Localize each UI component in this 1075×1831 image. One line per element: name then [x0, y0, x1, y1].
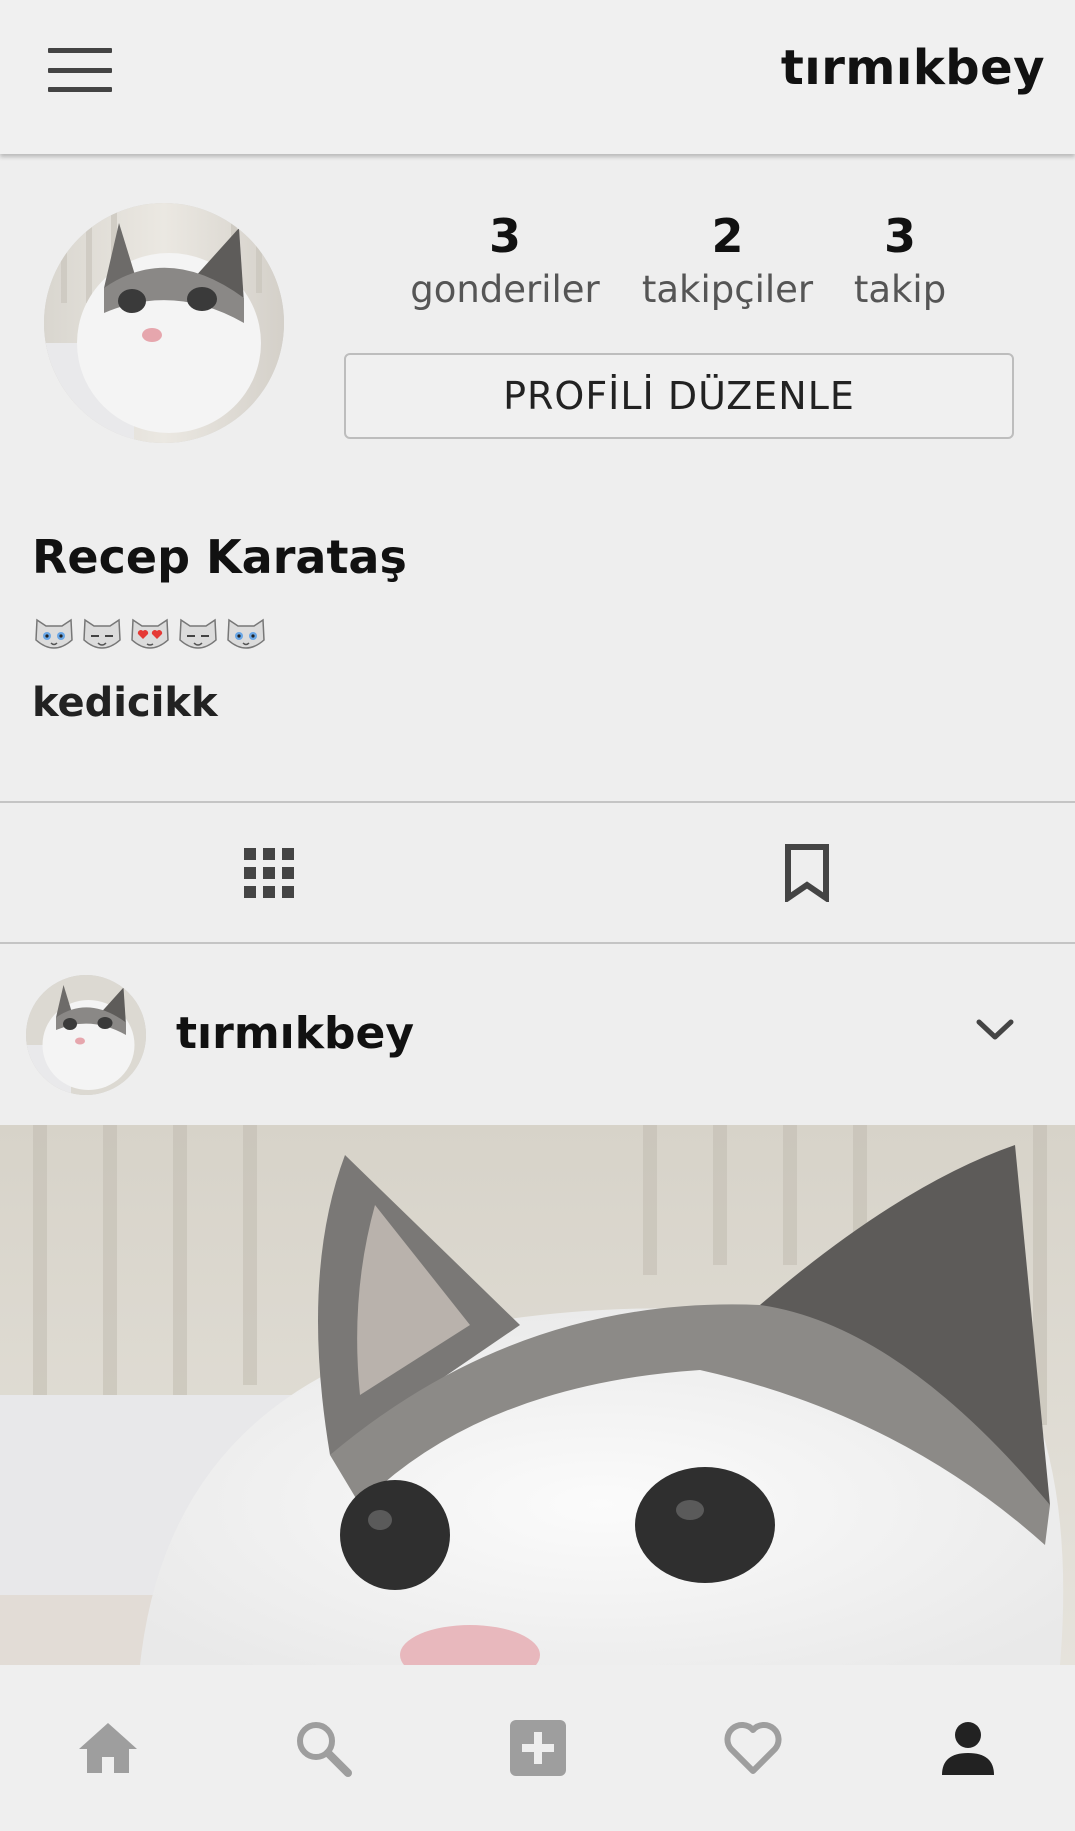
profile-avatar[interactable]	[44, 203, 284, 443]
stat-followers-label: takipçiler	[641, 268, 814, 311]
bio-text: kedicikk	[32, 680, 218, 726]
nav-profile[interactable]	[860, 1665, 1075, 1831]
stat-following-count: 3	[883, 209, 916, 263]
cat-face-icon	[179, 618, 217, 649]
app-title: tırmıkbey	[780, 40, 1045, 96]
nav-add-post[interactable]	[430, 1665, 645, 1831]
profile-stats: 3 gonderiler 2 takipçiler 3 takip	[400, 205, 970, 335]
search-icon	[296, 1722, 352, 1777]
bottom-navigation	[0, 1665, 1075, 1831]
stat-posts-label: gonderiler	[410, 268, 600, 311]
top-app-bar: tırmıkbey	[0, 0, 1075, 154]
cat-face-icon	[83, 618, 121, 649]
chevron-down-icon	[976, 1019, 1014, 1040]
profile-full-name: Recep Karataş	[32, 530, 407, 584]
stat-followers-count: 2	[711, 209, 744, 263]
post-author-avatar[interactable]	[26, 975, 146, 1095]
post-header: tırmıkbey	[0, 945, 1075, 1125]
post-options-button[interactable]	[968, 1003, 1022, 1057]
post-author-username[interactable]: tırmıkbey	[176, 1008, 414, 1059]
tab-saved[interactable]	[538, 803, 1075, 943]
add-post-icon	[509, 1720, 566, 1776]
post-image[interactable]	[0, 1125, 1075, 1665]
nav-activity[interactable]	[645, 1665, 860, 1831]
nav-home[interactable]	[0, 1665, 215, 1831]
cat-face-icon	[227, 618, 265, 649]
profile-tabs	[0, 803, 1075, 943]
edit-profile-button[interactable]: PROFİLİ DÜZENLE	[344, 353, 1014, 439]
stat-posts-count: 3	[488, 209, 521, 263]
stat-following-label: takip	[853, 268, 947, 311]
home-icon	[78, 1723, 137, 1773]
grid-icon	[243, 848, 294, 898]
bio-emoji-row	[32, 612, 268, 656]
stat-posts[interactable]: 3 gonderiler	[410, 205, 600, 313]
cat-face-icon	[35, 618, 73, 649]
tab-grid[interactable]	[0, 803, 537, 943]
nav-search[interactable]	[215, 1665, 430, 1831]
profile-icon	[941, 1722, 994, 1775]
heart-icon	[724, 1721, 781, 1774]
divider	[0, 942, 1075, 944]
menu-icon[interactable]	[48, 48, 112, 92]
stat-following[interactable]: 3 takip	[840, 205, 960, 313]
cat-face-icon	[131, 618, 169, 649]
profile-screen: tırmıkbey 3 gonderiler 2 takipçiler 3 ta…	[0, 0, 1075, 1831]
stat-followers[interactable]: 2 takipçiler	[635, 205, 820, 313]
bookmark-icon	[784, 844, 829, 902]
